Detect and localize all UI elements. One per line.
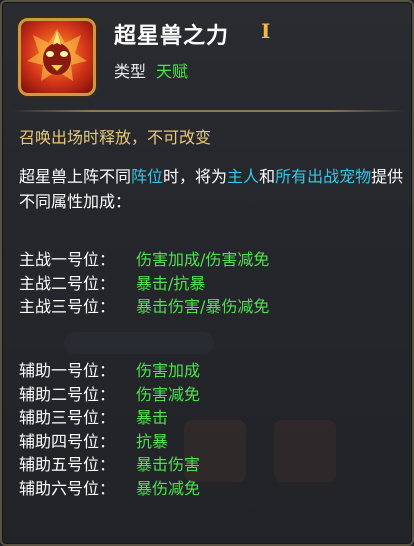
slot-bonus: 伤害减免 [136,384,201,404]
slot-bonus: 暴击伤害 [136,455,201,475]
slot-bonus: 暴击伤害/暴伤减免 [136,297,270,317]
cast-rule: 召唤出场时释放，不可改变 [19,128,212,147]
main-slot-list: 主战一号位： 伤害加成/伤害减免 主战二号位： 暴击/抗暴 主战三号位： 暴击伤害/暴… [19,248,269,319]
slot-label: 主战三号位： [19,297,116,317]
slot-row: 辅助三号位： 暴击 [19,406,200,430]
desc-highlight: 阵位 [131,167,164,186]
desc-text: 和 [259,167,276,186]
skill-rank: I [261,19,271,43]
slot-label: 辅助二号位： [19,384,116,404]
desc-highlight: 所有出战宠物 [275,167,372,186]
desc-text: 超星兽上阵不同 [19,167,132,186]
header-divider [12,110,406,112]
slot-row: 主战三号位： 暴击伤害/暴伤减免 [19,295,269,319]
slot-bonus: 伤害加成/伤害减免 [136,250,270,269]
desc-text: 时，将为 [163,167,228,186]
slot-bonus: 暴击 [136,408,169,428]
slot-bonus: 暴击/抗暴 [136,273,206,293]
slot-row: 辅助五号位： 暴击伤害 [19,453,200,477]
slot-label: 主战二号位： [19,273,116,293]
slot-row: 主战一号位： 伤害加成/伤害减免 [19,248,269,272]
slot-label: 辅助四号位： [19,431,116,451]
slot-label: 辅助一号位： [19,361,116,380]
desc-highlight: 主人 [227,167,260,186]
slot-label: 辅助六号位： [19,478,116,498]
phoenix-skill-icon [18,18,96,96]
slot-bonus: 暴伤减免 [136,478,201,498]
slot-bonus: 抗暴 [136,431,169,451]
slot-row: 辅助六号位： 暴伤减免 [19,477,200,501]
background-item-slot [274,420,336,482]
skill-type-value: 天赋 [156,62,189,81]
skill-type-label: 类型 [114,62,147,81]
slot-bonus: 伤害加成 [136,361,201,380]
slot-row: 主战二号位： 暴击/抗暴 [19,272,269,296]
slot-row: 辅助一号位： 伤害加成 [19,359,200,383]
slot-row: 辅助四号位： 抗暴 [19,430,200,454]
aux-slot-list: 辅助一号位： 伤害加成 辅助二号位： 伤害减免 辅助三号位： 暴击 辅助四号位： 抗暴 … [19,359,200,501]
slot-row: 辅助二号位： 伤害减免 [19,383,200,407]
slot-label: 辅助三号位： [19,408,116,428]
skill-type-row: 类型 天赋 [114,58,188,82]
skill-description: 超星兽上阵不同阵位时，将为主人和所有出战宠物提供不同属性加成： [19,164,404,214]
background-bar [64,332,214,354]
skill-title: 超星兽之力 [114,24,230,49]
skill-tooltip: 超星兽之力 I 类型 天赋 召唤出场时释放，不可改变 超星兽上阵不同阵位时，将为主… [0,0,414,546]
slot-label: 辅助五号位： [19,455,116,475]
slot-label: 主战一号位： [19,250,116,269]
tooltip-header: 超星兽之力 I 类型 天赋 [2,2,412,110]
